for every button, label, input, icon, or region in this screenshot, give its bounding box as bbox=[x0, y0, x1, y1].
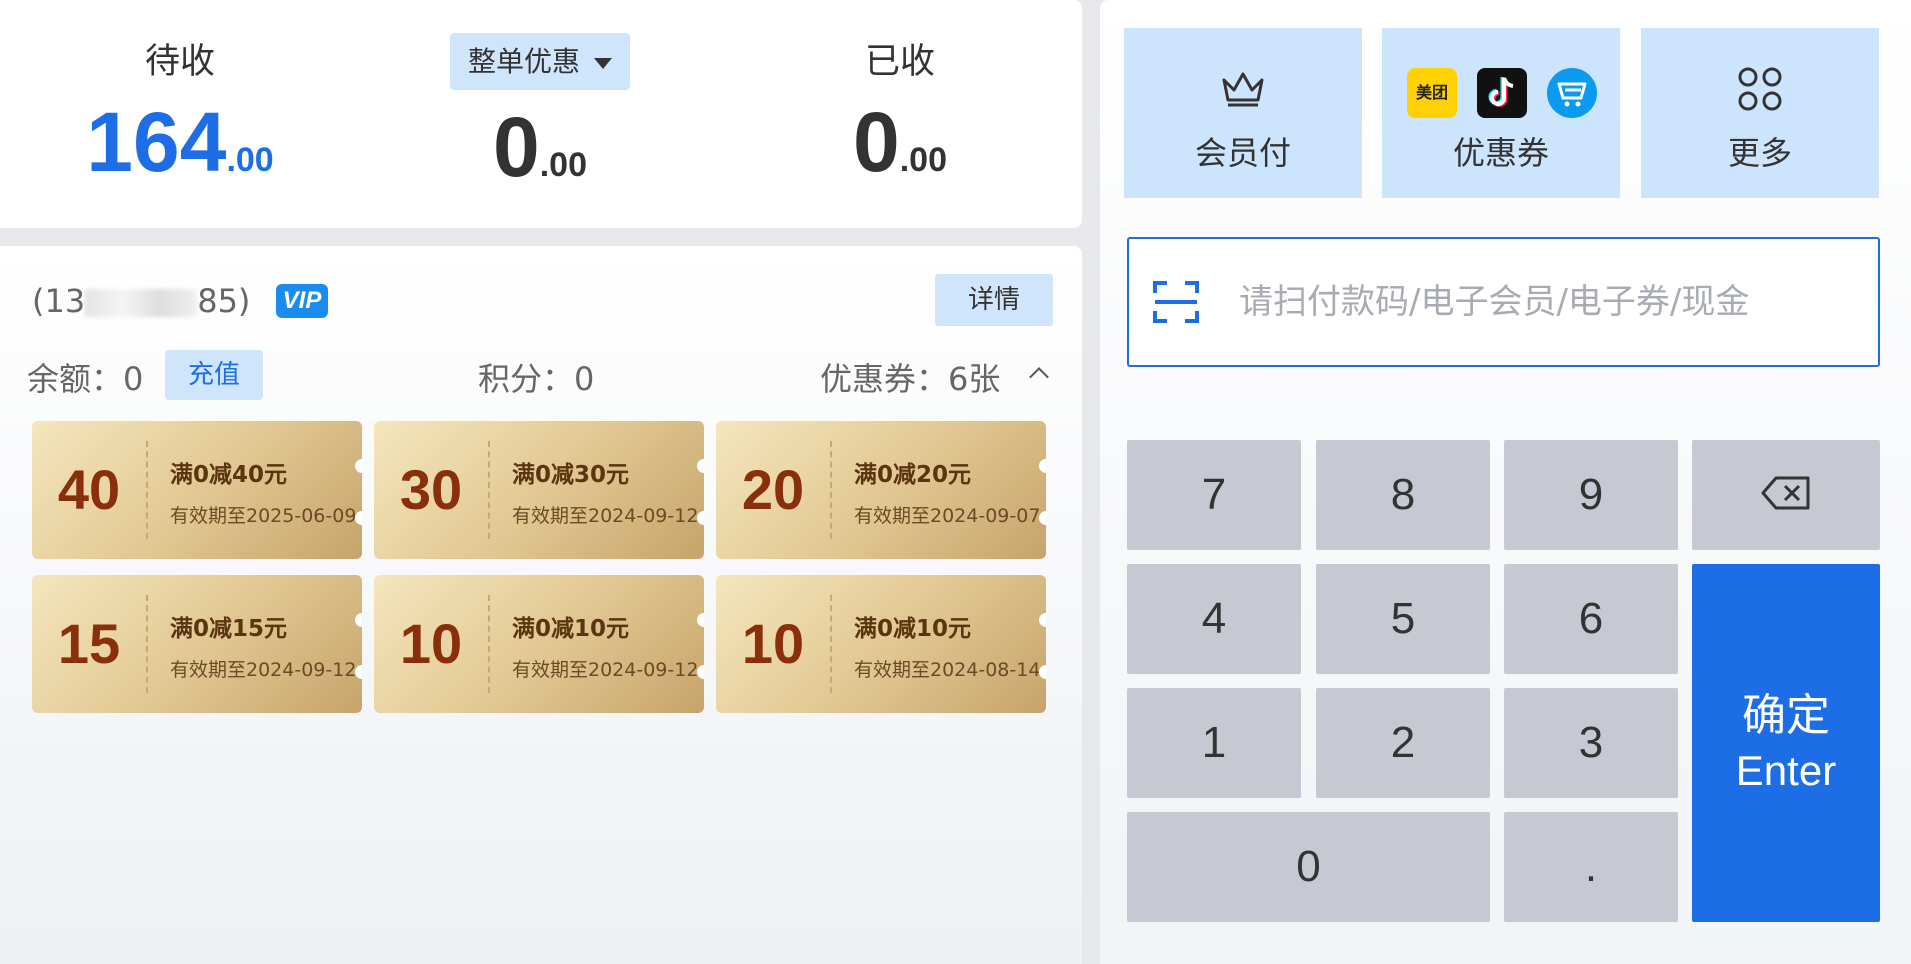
coupon-validity: 有效期至2024-08-14 bbox=[854, 659, 1041, 681]
coupon-amount: 15 bbox=[57, 612, 121, 675]
coupon-card[interactable]: 40 满0减40元 有效期至2025-06-09 bbox=[32, 421, 362, 559]
coupon-card[interactable]: 10 满0减10元 有效期至2024-09-12 bbox=[374, 575, 704, 713]
coupon-validity: 有效期至2025-06-09 bbox=[170, 505, 357, 527]
pending-amount-block: 待收 164.00 bbox=[30, 0, 330, 209]
member-detail-button[interactable]: 详情 bbox=[935, 274, 1053, 326]
enter-label: Enter bbox=[1735, 747, 1837, 794]
coupon-amount: 30 bbox=[399, 458, 463, 521]
meituan-icon: 美团 bbox=[1407, 68, 1457, 118]
apps-grid-icon bbox=[1738, 67, 1782, 111]
coupon-title: 满0减10元 bbox=[512, 616, 630, 642]
key-4[interactable]: 4 bbox=[1127, 564, 1301, 674]
received-label: 已收 bbox=[864, 42, 935, 82]
eleme-icon bbox=[1547, 68, 1597, 118]
coupon-title: 满0减10元 bbox=[854, 616, 972, 642]
coupon-card[interactable]: 20 满0减20元 有效期至2024-09-07 bbox=[716, 421, 1046, 559]
key-3[interactable]: 3 bbox=[1504, 688, 1678, 798]
scan-icon bbox=[1153, 281, 1199, 323]
more-methods-button[interactable]: 更多 bbox=[1641, 28, 1879, 198]
coupon-pay-button[interactable]: 美团 优惠券 bbox=[1382, 28, 1620, 198]
key-6[interactable]: 6 bbox=[1504, 564, 1678, 674]
coupon-validity: 有效期至2024-09-12 bbox=[512, 659, 699, 681]
member-phone: (13 85) bbox=[32, 282, 251, 320]
discount-dropdown[interactable]: 整单优惠 bbox=[449, 33, 630, 90]
backspace-key[interactable] bbox=[1692, 440, 1880, 550]
coupon-amount: 40 bbox=[57, 458, 121, 521]
key-9[interactable]: 9 bbox=[1504, 440, 1678, 550]
coupon-title: 满0减20元 bbox=[854, 462, 972, 488]
received-amount: 0.00 bbox=[853, 95, 947, 189]
coupon-count-toggle[interactable]: 优惠券：6张 bbox=[820, 354, 1000, 400]
more-methods-label: 更多 bbox=[1727, 134, 1792, 172]
recharge-button[interactable]: 充值 bbox=[165, 350, 263, 400]
pending-amount: 164.00 bbox=[86, 95, 274, 189]
member-balance: 余额：0 bbox=[27, 360, 144, 398]
amount-summary-panel: 待收 164.00 整单优惠 0.00 已收 0.00 bbox=[0, 0, 1082, 228]
backspace-icon bbox=[1761, 476, 1810, 510]
redacted-digits bbox=[85, 289, 198, 317]
received-amount-block: 已收 0.00 bbox=[750, 0, 1050, 209]
key-2[interactable]: 2 bbox=[1316, 688, 1490, 798]
coupon-title: 满0减30元 bbox=[512, 462, 630, 488]
coupon-validity: 有效期至2024-09-07 bbox=[854, 505, 1041, 527]
confirm-label: 确定 bbox=[1742, 690, 1830, 741]
coupon-validity: 有效期至2024-09-12 bbox=[170, 659, 357, 681]
coupon-amount: 10 bbox=[741, 612, 805, 675]
caret-down-icon bbox=[594, 57, 612, 69]
scan-code-field[interactable] bbox=[1127, 237, 1880, 367]
coupon-title: 满0减15元 bbox=[170, 616, 288, 642]
key-1[interactable]: 1 bbox=[1127, 688, 1301, 798]
coupon-card[interactable]: 10 满0减10元 有效期至2024-08-14 bbox=[716, 575, 1046, 713]
member-pay-label: 会员付 bbox=[1194, 134, 1291, 172]
key-0[interactable]: 0 bbox=[1127, 812, 1490, 922]
coupon-amount: 10 bbox=[399, 612, 463, 675]
key-decimal[interactable]: . bbox=[1504, 812, 1678, 922]
crown-icon bbox=[1222, 72, 1264, 107]
key-8[interactable]: 8 bbox=[1316, 440, 1490, 550]
key-5[interactable]: 5 bbox=[1316, 564, 1490, 674]
discount-amount: 0.00 bbox=[493, 100, 587, 194]
douyin-icon bbox=[1477, 68, 1527, 118]
coupon-validity: 有效期至2024-09-12 bbox=[512, 505, 699, 527]
key-7[interactable]: 7 bbox=[1127, 440, 1301, 550]
vip-badge: VIP bbox=[276, 284, 328, 318]
scan-code-input[interactable] bbox=[1239, 269, 1859, 335]
coupon-pay-label: 优惠券 bbox=[1452, 134, 1549, 172]
coupon-amount: 20 bbox=[741, 458, 805, 521]
member-points: 积分：0 bbox=[478, 360, 595, 398]
pending-label: 待收 bbox=[144, 42, 215, 82]
coupon-card[interactable]: 30 满0减30元 有效期至2024-09-12 bbox=[374, 421, 704, 559]
discount-amount-block: 整单优惠 0.00 bbox=[390, 0, 690, 214]
member-pay-button[interactable]: 会员付 bbox=[1124, 28, 1362, 198]
coupon-title: 满0减40元 bbox=[170, 462, 288, 488]
confirm-enter-button[interactable]: 确定 Enter bbox=[1692, 564, 1880, 922]
coupon-card[interactable]: 15 满0减15元 有效期至2024-09-12 bbox=[32, 575, 362, 713]
